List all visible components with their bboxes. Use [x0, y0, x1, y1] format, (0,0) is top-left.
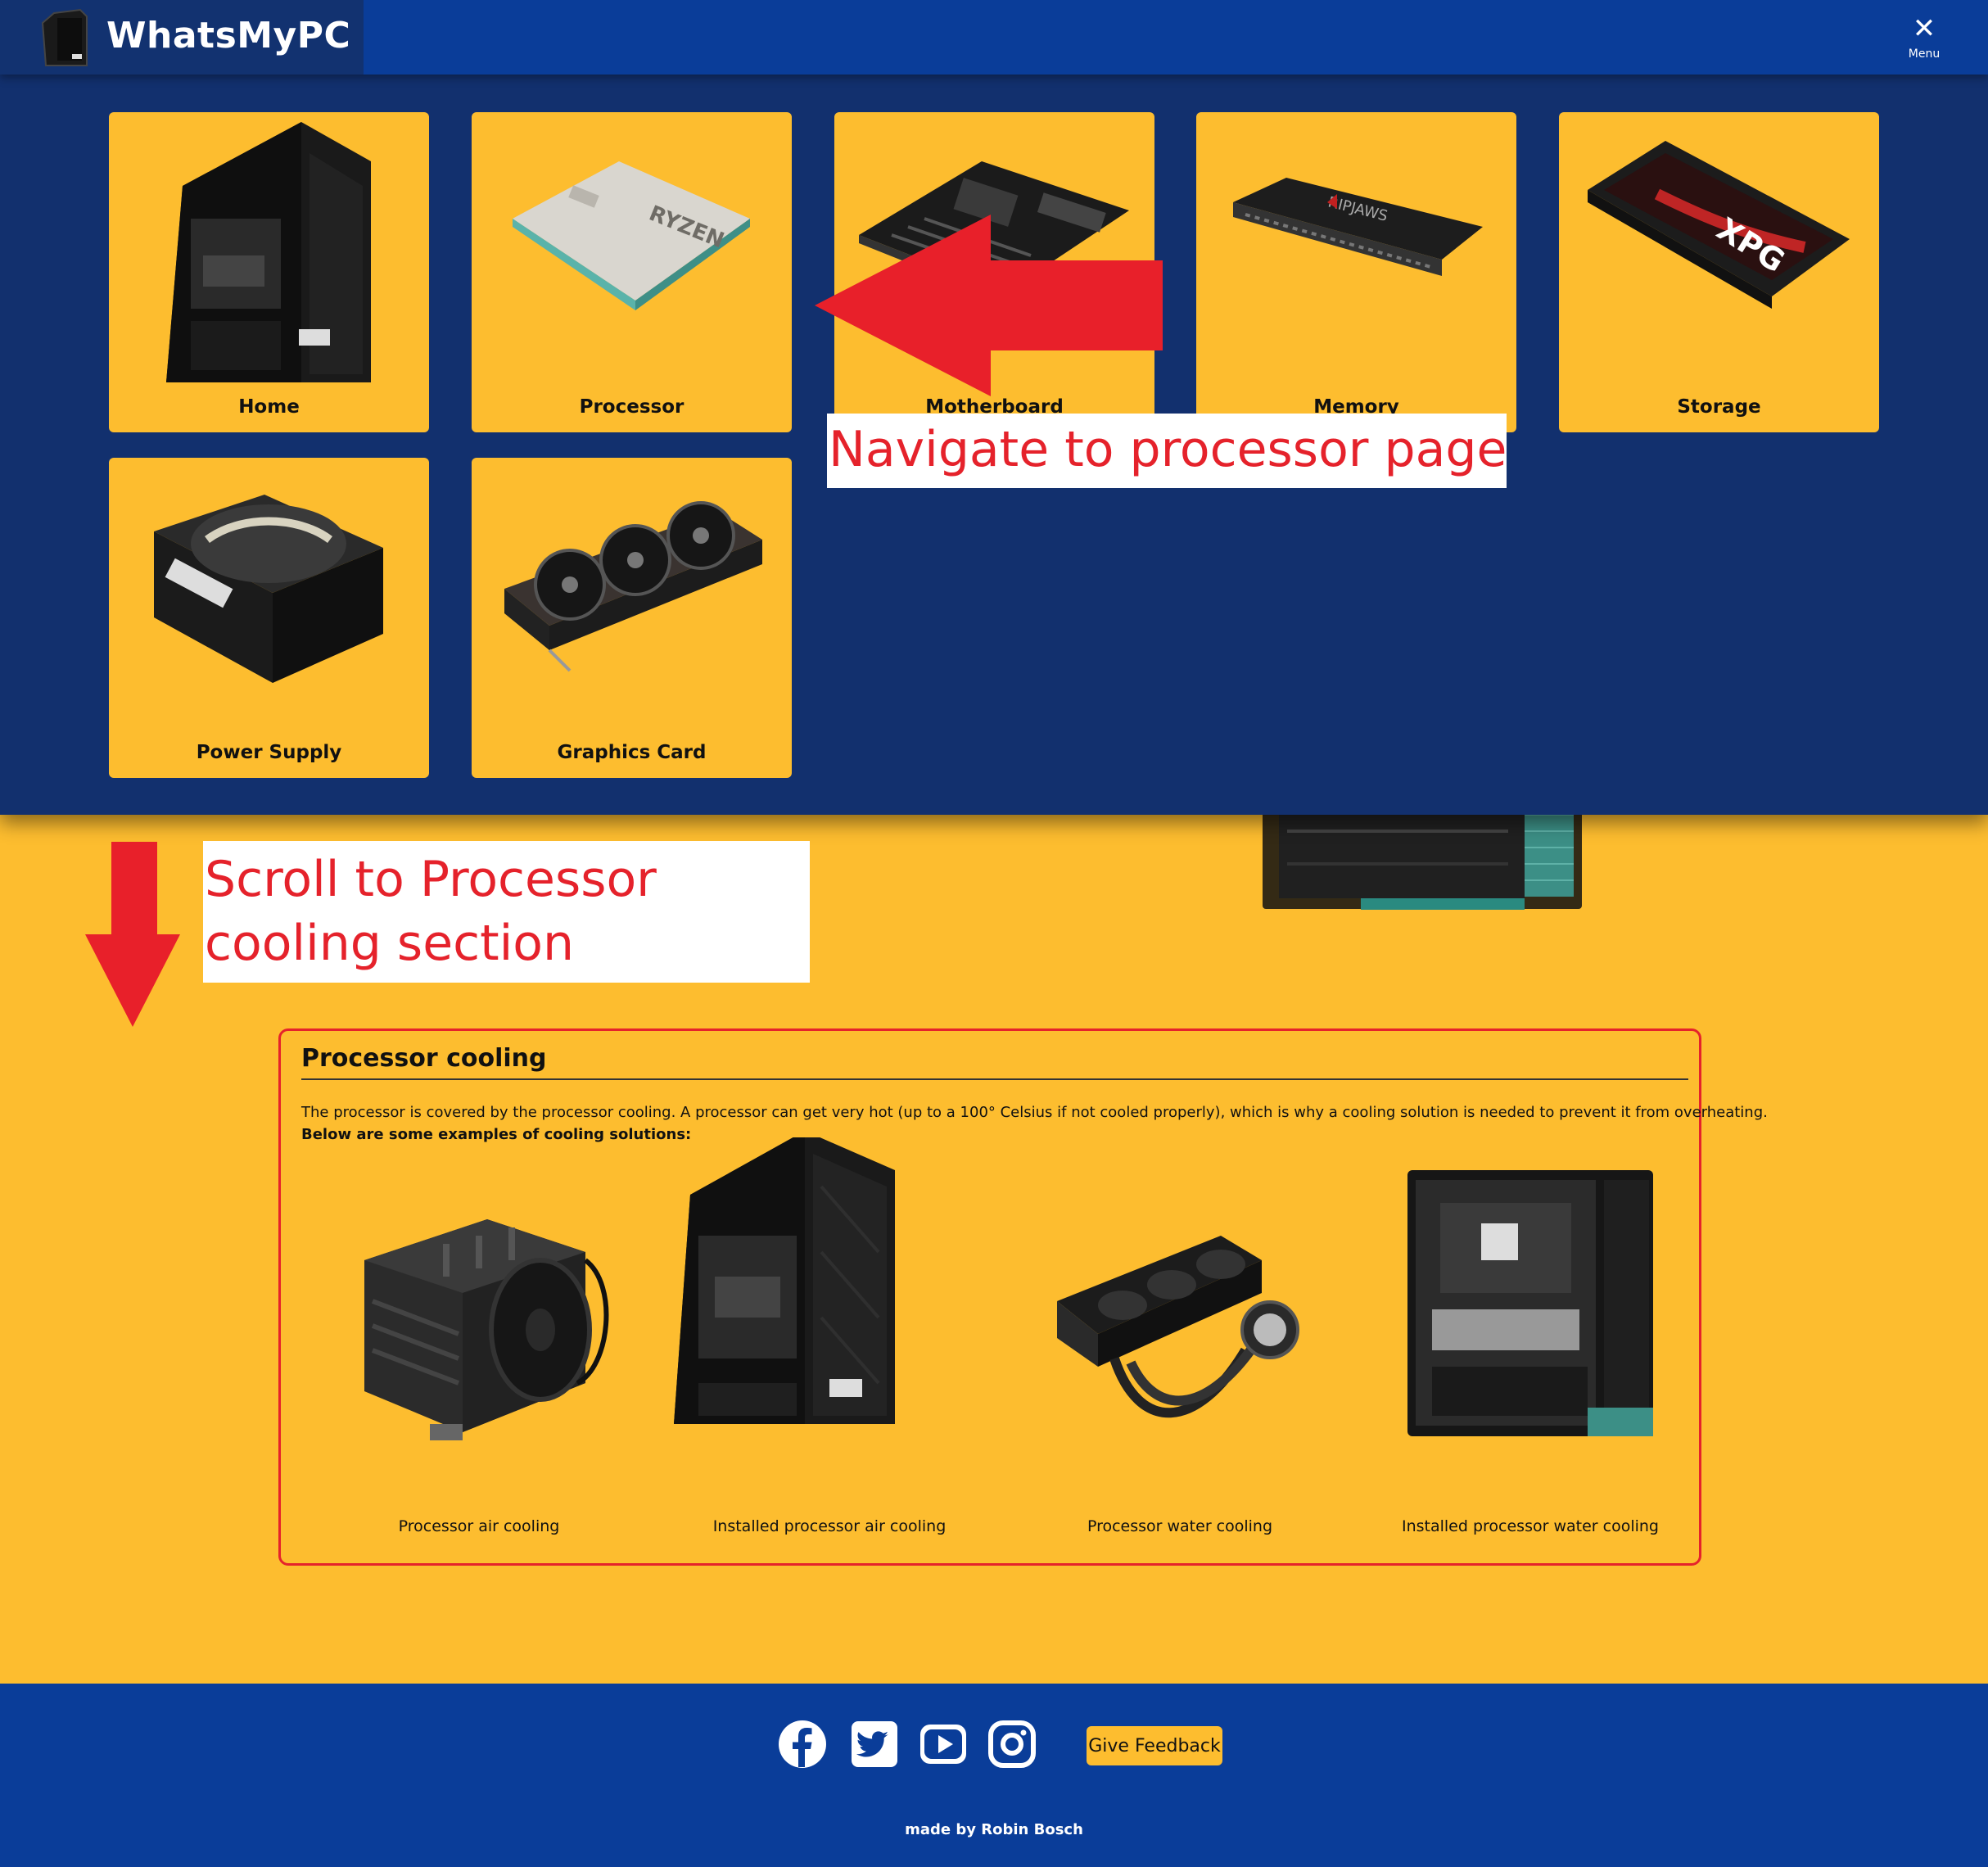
give-feedback-button[interactable]: Give Feedback: [1087, 1726, 1222, 1765]
nav-card-processor[interactable]: RYZEN Processor: [472, 112, 792, 432]
brand[interactable]: WhatsMyPC: [0, 0, 364, 75]
pc-case-icon: [166, 122, 371, 382]
page-footer: Give Feedback made by Robin Bosch: [0, 1684, 1988, 1867]
ram-icon: RIPJAWS: [1233, 178, 1483, 276]
nav-card-label: Graphics Card: [557, 742, 707, 763]
nav-card-home[interactable]: Home: [109, 112, 429, 432]
close-icon: ✕: [1912, 12, 1936, 45]
installed-water-cooling-image: [1407, 1170, 1653, 1436]
example-installed-air-cooling[interactable]: Installed processor air cooling: [666, 1137, 993, 1539]
twitter-icon[interactable]: [850, 1720, 899, 1769]
logo-icon: [41, 8, 88, 66]
annotation-scroll-label: Scroll to Processor cooling section: [203, 841, 810, 983]
instagram-icon[interactable]: [987, 1720, 1037, 1769]
annotation-navigate-label: Navigate to processor page: [827, 414, 1507, 488]
nav-card-label: Home: [238, 396, 300, 418]
processor-cooling-section: Processor cooling The processor is cover…: [278, 1028, 1768, 1566]
nav-card-memory[interactable]: RIPJAWS Memory: [1196, 112, 1516, 432]
cpu-icon: RYZEN: [513, 161, 750, 310]
example-installed-water-cooling[interactable]: Installed processor water cooling: [1367, 1137, 1694, 1539]
section-title: Processor cooling: [301, 1044, 547, 1073]
ssd-icon: XPG: [1588, 141, 1850, 309]
example-caption: Installed processor air cooling: [712, 1517, 947, 1535]
brand-title: WhatsMyPC: [106, 15, 351, 57]
left-arrow-annotation-icon: [815, 215, 1163, 396]
nav-card-graphics-card[interactable]: Graphics Card: [472, 458, 792, 778]
nav-card-label: Processor: [579, 396, 685, 418]
section-description: The processor is covered by the processo…: [301, 1104, 1768, 1121]
annotation-scroll-line2: cooling section: [205, 915, 575, 972]
psu-icon: [154, 495, 383, 683]
nav-card-label: Storage: [1677, 396, 1761, 418]
annotation-scroll-line1: Scroll to Processor: [205, 851, 657, 908]
section-divider: [301, 1078, 1688, 1080]
example-water-cooling[interactable]: Processor water cooling: [1016, 1137, 1344, 1539]
example-air-cooling[interactable]: Processor air cooling: [315, 1137, 643, 1539]
menu-close-button[interactable]: ✕ Menu: [1898, 15, 1950, 64]
background-pc-image: [1263, 807, 1582, 910]
air-cooler-image: [364, 1219, 609, 1440]
example-caption: Installed processor water cooling: [1401, 1517, 1659, 1535]
nav-card-label: Power Supply: [196, 742, 342, 763]
footer-credit: made by Robin Bosch: [905, 1821, 1083, 1838]
installed-air-cooling-image: [674, 1137, 895, 1424]
menu-label: Menu: [1908, 47, 1941, 61]
top-header: WhatsMyPC ✕ Menu: [0, 0, 1988, 75]
down-arrow-annotation-icon: [85, 842, 180, 1027]
example-caption: Processor water cooling: [1087, 1517, 1273, 1535]
example-caption: Processor air cooling: [398, 1517, 560, 1535]
gpu-icon: [504, 501, 762, 672]
nav-card-storage[interactable]: XPG Storage: [1559, 112, 1879, 432]
facebook-icon[interactable]: [778, 1720, 827, 1769]
water-cooler-image: [1057, 1236, 1299, 1418]
nav-card-power-supply[interactable]: Power Supply: [109, 458, 429, 778]
youtube-icon[interactable]: [919, 1720, 968, 1769]
